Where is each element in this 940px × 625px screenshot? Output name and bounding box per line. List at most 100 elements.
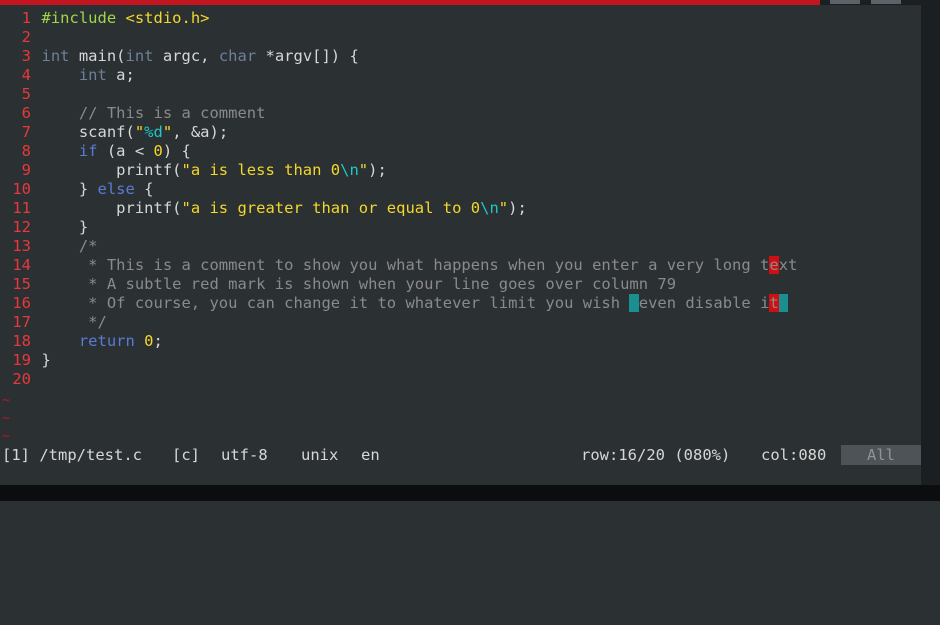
window-button[interactable] [830,0,860,4]
status-line: [1] /tmp/test.c [c] utf-8 unix en row:16… [0,445,921,465]
status-buffer: [1] /tmp/test.c [2,446,142,464]
code-text: if (a < 0) { [42,142,191,161]
code-text: } else { [42,180,154,199]
code-token: a; [106,66,135,84]
code-token: return [78,332,135,350]
window-bottom-edge [0,485,940,501]
code-token: #include [41,9,126,27]
code-text: */ [42,313,107,332]
empty-line-marker: ~ [2,393,10,408]
line-number: 16 [12,294,31,312]
code-line[interactable]: 16 * Of course, you can change it to wha… [0,294,921,313]
code-line[interactable]: 5 [0,85,921,104]
status-encoding: utf-8 [221,446,268,464]
code-line[interactable]: 19} [0,351,921,370]
code-line[interactable]: 9 printf("a is less than 0\n"); [0,161,921,180]
code-line[interactable]: 3 int main(int argc, char *argv[]) { [0,47,921,66]
code-token: "a is less than 0 [181,161,341,179]
code-token: ); [508,199,527,217]
code-token: \n [480,199,499,217]
code-token: // This is a comment [78,104,266,122]
window-button[interactable] [871,0,901,4]
code-line[interactable]: 15 * A subtle red mark is shown when you… [0,275,921,294]
code-line[interactable]: 2 [0,28,921,47]
code-line[interactable]: 4 int a; [0,66,921,85]
code-token: " [162,123,173,141]
code-token: else [97,180,135,198]
code-token: int [125,47,154,65]
code-line[interactable]: 1 #include <stdio.h> [0,9,921,28]
status-format: unix [301,446,339,464]
line-number: 6 [21,104,31,122]
code-text: * This is a comment to show you what hap… [41,256,797,275]
code-token: } [41,351,51,369]
line-number: 9 [21,161,31,179]
editor-buffer[interactable]: 1 #include <stdio.h> 2 3 int main(int argc, … [0,9,921,445]
code-text: * Of course, you can change it to whatev… [42,294,789,313]
code-token: 0 [144,332,154,350]
line-number: 18 [12,332,31,350]
code-line[interactable]: 17 */ [0,313,921,332]
cursor-highlight: ( [629,294,639,312]
code-token: printf( [41,161,182,179]
line-number: 12 [12,218,31,236]
code-token: " [498,199,509,217]
empty-line-marker: ~ [2,429,10,444]
code-token: \n [340,161,359,179]
code-token: int [78,66,107,84]
code-token: * This is a comment to show you what hap… [41,256,770,274]
code-token: argc, [153,47,219,65]
status-lang: en [361,446,380,464]
status-col: col:080 [761,446,827,464]
code-text: /* [42,237,98,256]
code-line[interactable]: 10 } else { [0,180,921,199]
cursor-highlight: ) [778,294,789,312]
code-line[interactable]: 13 /* [0,237,921,256]
code-line[interactable]: 6 // This is a comment [0,104,921,123]
window-top-bar [0,0,940,5]
code-text: } [42,351,51,370]
code-token: */ [41,313,107,331]
code-text: * A subtle red mark is shown when your l… [42,275,676,294]
code-token: * Of course, you can change it to whatev… [41,294,630,312]
code-line[interactable]: 8 if (a < 0) { [0,142,921,161]
code-text: printf("a is less than 0\n"); [42,161,387,180]
code-line[interactable]: 20 [0,370,921,389]
code-token: ; [153,332,163,350]
line-number: 15 [12,275,31,293]
line-number: 19 [12,351,31,369]
code-line[interactable]: 12 } [0,218,921,237]
code-text: // This is a comment [42,104,266,123]
column-limit-marker: e [769,256,779,274]
line-number: 17 [12,313,31,331]
status-row: row:16/20 (080%) [581,446,731,464]
status-position: All [841,445,921,465]
code-token: printf( [41,199,182,217]
code-token: <stdio.h> [125,9,210,27]
code-line[interactable]: 18 return 0; [0,332,921,351]
code-line[interactable]: 14 * This is a comment to show you what … [0,256,921,275]
line-number: 5 [21,85,31,103]
code-token: 0 [153,142,163,160]
line-number: 8 [21,142,31,160]
code-line[interactable]: 7 scanf("%d", &a); [0,123,921,142]
code-token: %d [144,123,163,141]
code-token: ); [368,161,387,179]
column-limit-marker: t [769,294,779,312]
line-number: 1 [21,9,31,27]
code-text: int a; [42,66,135,85]
title-accent-bar [0,0,820,5]
code-line[interactable]: 11 printf("a is greater than or equal to… [0,199,921,218]
code-token: { [134,180,154,198]
line-number: 3 [21,47,31,65]
code-text: } [42,218,88,237]
code-token: "a is greater than or equal to 0 [181,199,481,217]
code-token: *argv[]) { [256,47,359,65]
code-token: char [218,47,257,65]
line-number: 2 [21,28,31,46]
